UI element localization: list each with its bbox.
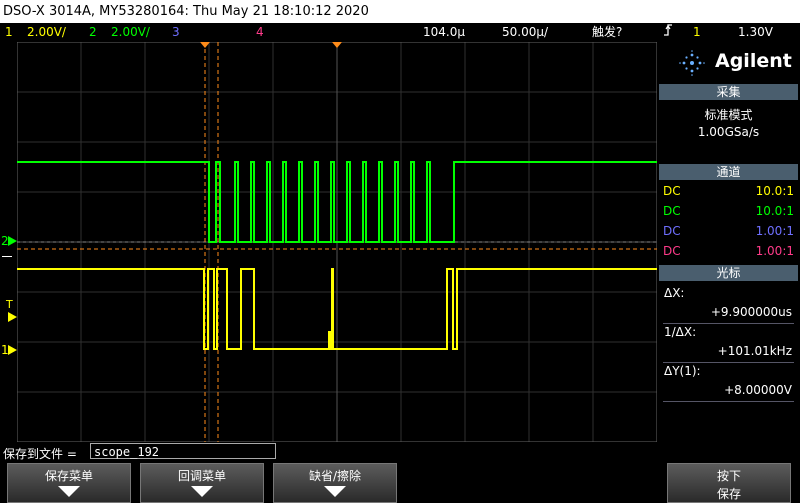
save-label: 保存: [716, 487, 741, 501]
trigger-source[interactable]: 1: [693, 23, 701, 42]
ch2-trigger-tick: [2, 250, 12, 257]
trigger-level[interactable]: 1.30V: [738, 23, 773, 42]
down-arrow-icon: [191, 486, 213, 497]
inverse-delta-x-value: +101.01kHz: [717, 344, 792, 358]
ch2-scale[interactable]: 2.00V/: [111, 23, 150, 42]
recall-menu-label: 回调菜单: [177, 469, 226, 483]
waveform-display[interactable]: [17, 42, 657, 442]
delta-x-value: +9.900000us: [710, 305, 792, 319]
ch4-coupling: DC: [663, 244, 681, 258]
ch1-probe: 10.0:1: [755, 184, 794, 198]
ch1-coupling: DC: [663, 184, 681, 198]
ch4-number[interactable]: 4: [256, 23, 264, 42]
agilent-spark-icon: [679, 50, 705, 76]
ch1-number[interactable]: 1: [5, 23, 13, 42]
trigger-edge-icon: [663, 23, 673, 43]
press-to-save-button[interactable]: 按下 保存: [667, 463, 791, 503]
brand-logo: Agilent: [659, 44, 798, 82]
ch2-coupling: DC: [663, 204, 681, 218]
acquire-mode: 标准模式: [704, 108, 753, 122]
save-file-bar: 保存到文件 = scope_192: [0, 442, 800, 462]
cursor-divider: [663, 362, 794, 363]
ch3-number[interactable]: 3: [172, 23, 180, 42]
trigger-level-marker[interactable]: T: [0, 298, 17, 326]
ch1-ground-marker[interactable]: 1: [0, 343, 17, 357]
ch1-marker-arrow-icon: [8, 345, 17, 355]
channel-status-bar: 1 2.00V/ 2 2.00V/ 3 4 104.0µ 50.00µ/ 触发?…: [0, 23, 800, 42]
cursor-divider: [663, 323, 794, 324]
ch4-probe: 1.00:1: [755, 244, 794, 258]
brand-name: Agilent: [715, 50, 792, 72]
ch3-probe: 1.00:1: [755, 224, 794, 238]
channel-row-1: DC 10.0:1: [663, 183, 794, 200]
window-title: DSO-X 3014A, MY53280164: Thu May 21 18:1…: [0, 0, 800, 23]
default-erase-button[interactable]: 缺省/擦除: [273, 463, 397, 503]
acquire-header: 采集: [659, 84, 798, 100]
cursors-header: 光标: [659, 265, 798, 281]
cursor-divider: [663, 401, 794, 402]
ch2-marker-arrow-icon: [8, 236, 17, 246]
sample-rate: 1.00GSa/s: [697, 125, 760, 139]
save-menu-button[interactable]: 保存菜单: [7, 463, 131, 503]
ch3-coupling: DC: [663, 224, 681, 238]
ch2-number[interactable]: 2: [89, 23, 97, 42]
down-arrow-icon: [58, 486, 80, 497]
delta-y-value: +8.00000V: [724, 383, 792, 397]
ch2-probe: 10.0:1: [755, 204, 794, 218]
press-label: 按下: [716, 469, 741, 483]
timebase-scale[interactable]: 50.00µ/: [502, 23, 548, 42]
info-sidebar: Agilent 采集 标准模式 1.00GSa/s 通道 DC 10.0:1 D…: [659, 44, 798, 439]
ch2-ground-marker[interactable]: 2: [0, 234, 17, 248]
inverse-delta-x-label: 1/ΔX:: [664, 325, 697, 339]
delta-x-label: ΔX:: [664, 286, 685, 300]
down-arrow-icon: [324, 486, 346, 497]
trigger-marker-arrow-icon: [8, 312, 17, 322]
trigger-marker-label: T: [6, 298, 13, 311]
ch1-scale[interactable]: 2.00V/: [27, 23, 66, 42]
default-erase-label: 缺省/擦除: [308, 469, 362, 483]
channel-row-4: DC 1.00:1: [663, 243, 794, 260]
channels-header: 通道: [659, 164, 798, 180]
save-menu-label: 保存菜单: [44, 469, 93, 483]
save-file-label: 保存到文件 =: [3, 447, 77, 461]
trigger-status: 触发?: [592, 25, 623, 39]
horizontal-delay[interactable]: 104.0µ: [423, 23, 465, 42]
channel-row-2: DC 10.0:1: [663, 203, 794, 220]
channel-row-3: DC 1.00:1: [663, 223, 794, 240]
recall-menu-button[interactable]: 回调菜单: [140, 463, 264, 503]
file-name-field[interactable]: scope_192: [90, 443, 276, 459]
delta-y-label: ΔY(1):: [664, 364, 701, 378]
